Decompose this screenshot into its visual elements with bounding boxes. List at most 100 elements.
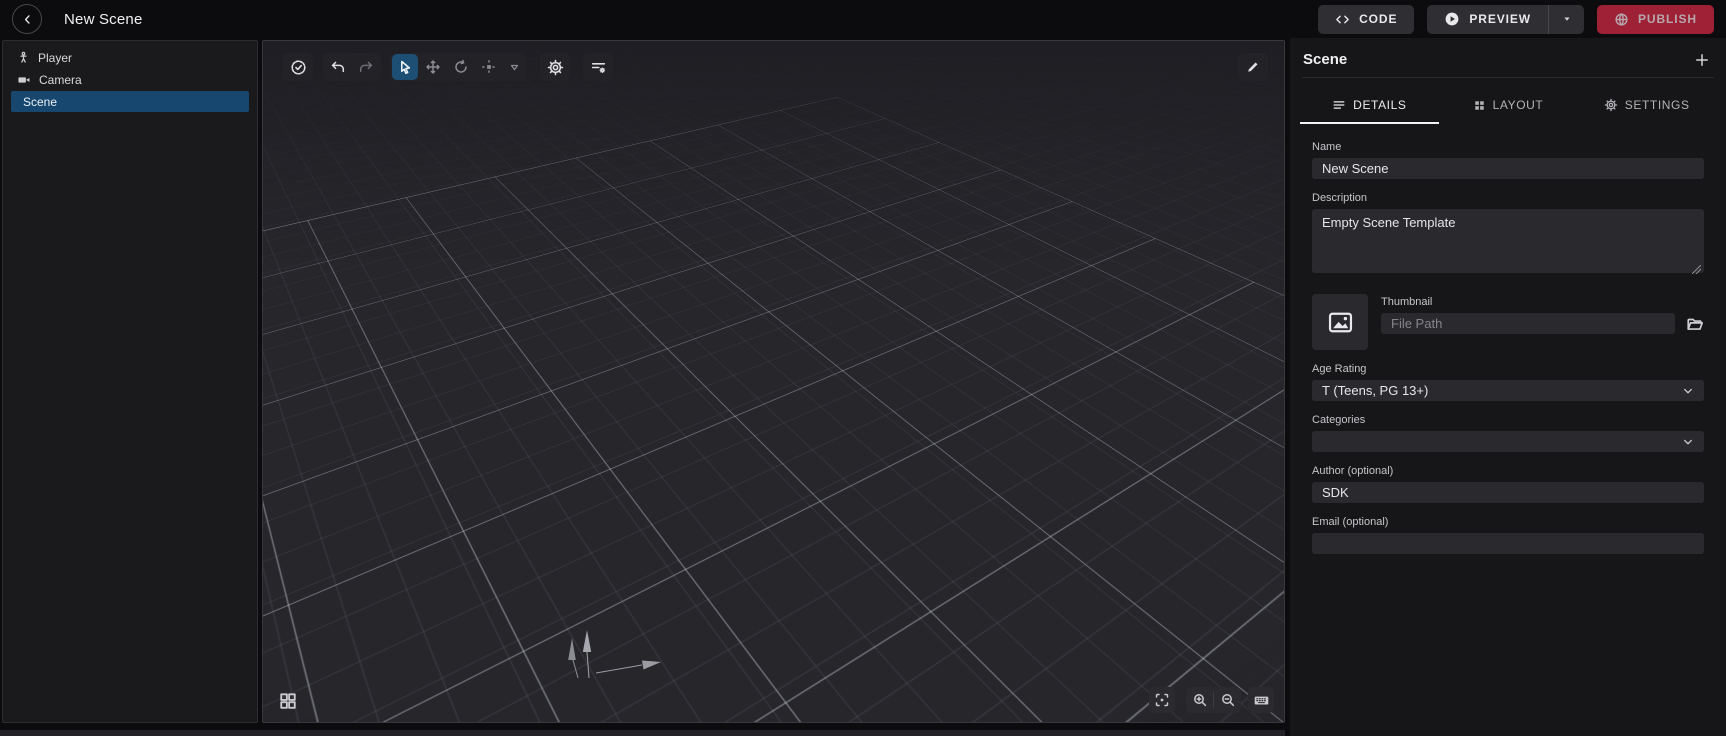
- chevron-left-icon: [20, 12, 35, 27]
- select-cursor-icon: [397, 59, 413, 75]
- edit-scene-button[interactable]: [1240, 54, 1266, 80]
- preview-options-button[interactable]: [1548, 5, 1584, 34]
- description-label: Description: [1312, 192, 1704, 204]
- focus-selection-icon: [1154, 692, 1170, 708]
- age-rating-label: Age Rating: [1312, 363, 1704, 375]
- grid-view-icon: [278, 691, 298, 711]
- tab-label: DETAILS: [1353, 98, 1406, 112]
- badge-check-button[interactable]: [285, 54, 311, 80]
- hierarchy-item-label: Scene: [23, 95, 57, 109]
- snap-icon: [481, 59, 497, 75]
- author-label: Author (optional): [1312, 465, 1704, 477]
- zoom-out-button[interactable]: [1214, 687, 1241, 713]
- age-rating-select[interactable]: T (Teens, PG 13+): [1312, 380, 1704, 401]
- grid-view-button[interactable]: [275, 688, 301, 714]
- chevron-down-icon: [1681, 435, 1695, 449]
- caret-down-icon: [1561, 13, 1573, 25]
- thumbnail-section: Thumbnail: [1312, 294, 1704, 350]
- globe-icon: [1614, 12, 1629, 27]
- keyboard-shortcuts-button[interactable]: [1248, 687, 1274, 713]
- toolbar-badge-group: [283, 53, 313, 81]
- name-label: Name: [1312, 141, 1704, 153]
- redo-button[interactable]: [353, 54, 379, 80]
- keyboard-shortcuts-icon: [1253, 692, 1270, 709]
- zoom-in-icon: [1192, 692, 1208, 708]
- scene-bounds-grid: [263, 97, 1284, 722]
- browse-file-button[interactable]: [1686, 315, 1704, 333]
- hierarchy-item-scene[interactable]: Scene: [11, 91, 249, 112]
- move-icon: [425, 59, 441, 75]
- render-options-button[interactable]: [585, 54, 611, 80]
- thumbnail-label: Thumbnail: [1381, 296, 1704, 308]
- select-tool-button[interactable]: [392, 54, 418, 80]
- thumbnail-path-input[interactable]: [1381, 313, 1675, 334]
- zoom-out-icon: [1220, 692, 1236, 708]
- redo-icon: [358, 59, 374, 75]
- code-icon: [1335, 12, 1350, 27]
- publish-button-label: PUBLISH: [1638, 12, 1697, 26]
- inspector-header: Scene: [1290, 38, 1726, 77]
- preview-button-label: PREVIEW: [1469, 12, 1531, 26]
- snap-options-button[interactable]: [504, 54, 524, 80]
- snap-options-caret-icon: [508, 61, 521, 74]
- categories-label: Categories: [1312, 414, 1704, 426]
- settings-gear-icon: [1604, 98, 1618, 112]
- hierarchy-item-player[interactable]: Player: [3, 47, 257, 68]
- hierarchy-panel: Player Camera Scene: [2, 40, 258, 723]
- chevron-down-icon: [1681, 384, 1695, 398]
- ground-grid: [263, 41, 1284, 722]
- topbar: New Scene CODE PREVIEW PUBLISH: [0, 0, 1726, 38]
- badge-check-icon: [290, 59, 307, 76]
- description-textarea[interactable]: Empty Scene Template: [1312, 209, 1704, 273]
- scene-title: New Scene: [64, 11, 143, 28]
- inspector-fields: Name Description Empty Scene Template Th…: [1290, 124, 1726, 554]
- zoom-in-button[interactable]: [1186, 687, 1213, 713]
- add-button[interactable]: [1694, 52, 1710, 68]
- folder-open-icon: [1686, 315, 1704, 333]
- code-button-label: CODE: [1359, 12, 1397, 26]
- toolbar-transform-group: [390, 53, 526, 81]
- viewport-settings-gear-icon: [547, 59, 564, 76]
- author-input[interactable]: [1312, 482, 1704, 503]
- rotate-tool-button[interactable]: [448, 54, 474, 80]
- undo-icon: [330, 59, 346, 75]
- rotate-icon: [453, 59, 469, 75]
- edit-pencil-icon: [1245, 59, 1261, 75]
- categories-select[interactable]: [1312, 431, 1704, 452]
- hierarchy-item-label: Player: [38, 51, 72, 65]
- inspector-panel: Scene DETAILS LAYOUT SETTINGS Name: [1290, 38, 1726, 736]
- tab-label: SETTINGS: [1625, 98, 1690, 112]
- render-options-icon: [590, 59, 607, 76]
- hierarchy-item-camera[interactable]: Camera: [3, 69, 257, 90]
- toolbar-edit-group: [1238, 53, 1268, 81]
- tab-settings[interactable]: SETTINGS: [1577, 88, 1716, 124]
- toolbar-render-group: [583, 53, 613, 81]
- preview-button[interactable]: PREVIEW: [1427, 5, 1548, 34]
- tab-details[interactable]: DETAILS: [1300, 88, 1439, 124]
- email-input[interactable]: [1312, 533, 1704, 554]
- publish-button[interactable]: PUBLISH: [1597, 5, 1714, 34]
- viewport-settings-button[interactable]: [542, 54, 568, 80]
- undo-button[interactable]: [325, 54, 351, 80]
- play-icon: [1444, 11, 1460, 27]
- code-button[interactable]: CODE: [1318, 5, 1414, 34]
- snap-tool-button[interactable]: [476, 54, 502, 80]
- tab-layout[interactable]: LAYOUT: [1439, 88, 1578, 124]
- inspector-tabs: DETAILS LAYOUT SETTINGS: [1290, 78, 1726, 124]
- email-label: Email (optional): [1312, 516, 1704, 528]
- layout-grid-icon: [1473, 99, 1486, 112]
- name-input[interactable]: [1312, 158, 1704, 179]
- focus-selection-button[interactable]: [1149, 687, 1175, 713]
- move-tool-button[interactable]: [420, 54, 446, 80]
- image-icon: [1327, 309, 1354, 336]
- back-button[interactable]: [12, 4, 42, 34]
- player-person-icon: [17, 51, 30, 64]
- toolbar-history-group: [323, 53, 381, 81]
- toolbar-settings-group: [540, 53, 570, 81]
- scene-viewport[interactable]: [262, 40, 1285, 723]
- video-camera-icon: [17, 73, 31, 87]
- thumbnail-preview[interactable]: [1312, 294, 1368, 350]
- preview-button-group: PREVIEW: [1427, 5, 1584, 34]
- window-resize-strip: [0, 730, 1285, 736]
- zoom-controls: [1186, 687, 1241, 713]
